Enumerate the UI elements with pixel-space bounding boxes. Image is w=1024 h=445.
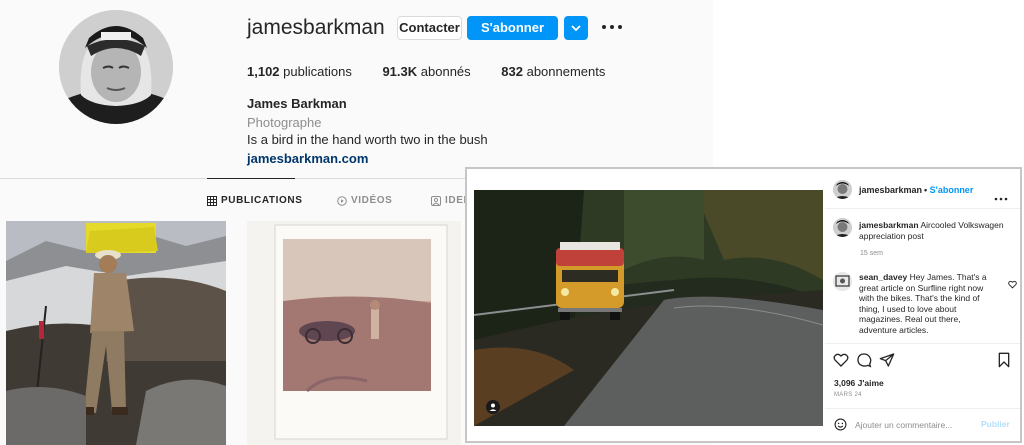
likes-count[interactable]: 3,096 J'aime: [834, 378, 884, 388]
tab-publications[interactable]: PUBLICATIONS: [207, 195, 302, 206]
caption-text: jamesbarkman Aircooled Volkswagen apprec…: [859, 220, 1009, 242]
stat-followers[interactable]: 91.3K abonnés: [382, 64, 470, 79]
separator-dot: •: [924, 185, 928, 195]
stat-posts-label: publications: [279, 64, 352, 79]
save-icon[interactable]: [996, 352, 1012, 368]
follow-button[interactable]: S'abonner: [467, 16, 558, 40]
profile-category: Photographe: [247, 115, 322, 130]
comment-icon[interactable]: [856, 352, 872, 368]
publish-button[interactable]: Publier: [981, 419, 1010, 429]
more-options-icon[interactable]: [601, 19, 623, 35]
post-header: jamesbarkman • S'abonner: [825, 169, 1020, 209]
comment-username[interactable]: sean_davey: [859, 272, 907, 282]
profile-avatar[interactable]: [59, 10, 173, 124]
profile-bio: Is a bird in the hand worth two in the b…: [247, 132, 488, 147]
chevron-down-icon: [571, 25, 581, 32]
post-actions: 3,096 J'aime MARS 24: [825, 343, 1020, 403]
post-modal: jamesbarkman • S'abonner jamesbarkman Ai…: [465, 167, 1022, 443]
grid-icon: [207, 195, 217, 206]
caption-username[interactable]: jamesbarkman: [859, 220, 919, 230]
suggestions-dropdown-button[interactable]: [564, 16, 588, 40]
stat-followers-value: 91.3K: [382, 64, 418, 79]
comment-text: sean_davey Hey James. That's a great art…: [859, 272, 995, 336]
tab-publications-label: PUBLICATIONS: [221, 195, 303, 206]
post-follow-label: S'abonner: [929, 185, 974, 195]
contact-button[interactable]: Contacter: [397, 16, 462, 40]
share-icon[interactable]: [879, 352, 895, 368]
caption-timestamp: 15 sem: [860, 250, 883, 257]
stat-following-value: 832: [501, 64, 523, 79]
commenter-avatar[interactable]: [833, 272, 852, 291]
stat-following[interactable]: 832 abonnements: [501, 64, 605, 79]
post-more-options-icon[interactable]: [994, 188, 1008, 201]
grid-post-hiker[interactable]: [6, 221, 226, 445]
grid-post-polaroid[interactable]: [247, 221, 461, 445]
tag-icon: [431, 195, 441, 206]
active-tab-indicator: [207, 178, 295, 179]
profile-stats: 1,102 publications 91.3K abonnés 832 abo…: [247, 64, 632, 79]
post-author-avatar[interactable]: [833, 180, 852, 199]
post-follow-link[interactable]: • S'abonner: [924, 185, 973, 195]
tagged-users-icon[interactable]: [486, 400, 500, 414]
caption-author-avatar[interactable]: [833, 218, 852, 237]
stat-posts-value: 1,102: [247, 64, 280, 79]
stat-followers-label: abonnés: [417, 64, 471, 79]
stat-following-label: abonnements: [522, 64, 606, 79]
comment-input[interactable]: [855, 417, 975, 432]
emoji-icon[interactable]: [834, 418, 847, 431]
like-icon[interactable]: [833, 352, 849, 368]
tab-videos-label: VIDÉOS: [351, 195, 393, 206]
post-date: MARS 24: [834, 392, 862, 398]
profile-username: jamesbarkman: [247, 16, 385, 39]
stat-posts: 1,102 publications: [247, 64, 352, 79]
comment-like-icon[interactable]: [1008, 276, 1017, 289]
add-comment-bar: Publier: [825, 408, 1020, 441]
post-author-username[interactable]: jamesbarkman: [859, 185, 922, 195]
tab-videos[interactable]: VIDÉOS: [337, 195, 392, 206]
video-icon: [337, 195, 347, 206]
post-photo[interactable]: [474, 190, 823, 426]
post-sidebar: jamesbarkman • S'abonner jamesbarkman Ai…: [825, 169, 1020, 441]
profile-full-name: James Barkman: [247, 96, 347, 111]
profile-website-link[interactable]: jamesbarkman.com: [247, 151, 368, 166]
